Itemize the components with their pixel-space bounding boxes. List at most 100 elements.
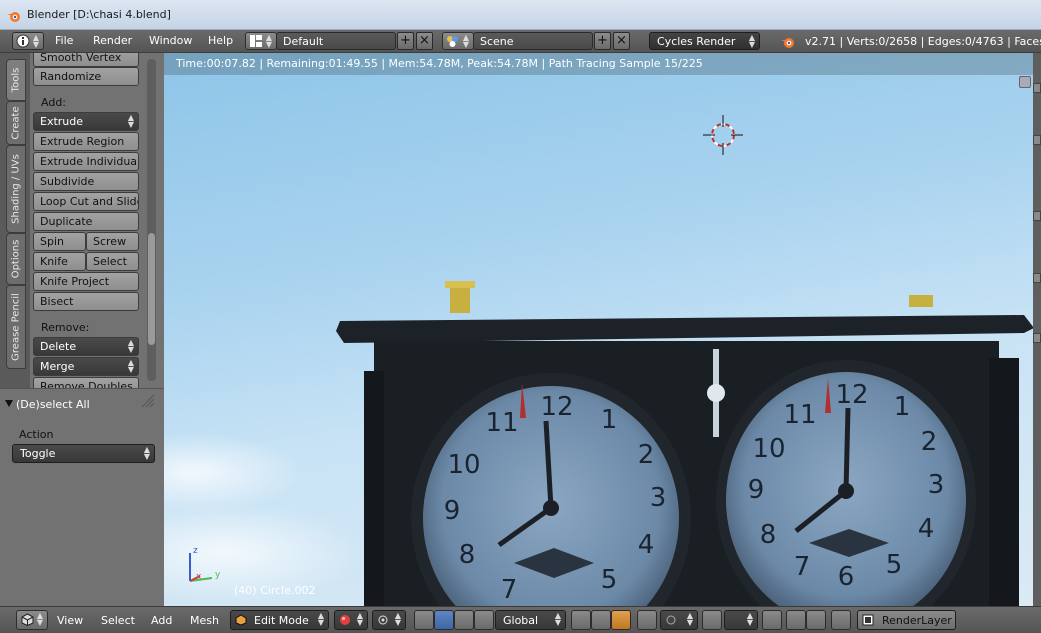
scene-browse-button[interactable]: ▲ ▼ [442, 32, 474, 50]
render-layer-icon [862, 614, 874, 626]
tab-options[interactable]: Options [6, 233, 26, 285]
knife-project-button[interactable]: Knife Project [33, 272, 139, 291]
tab-shading-uvs[interactable]: Shading / UVs [6, 145, 26, 233]
3d-cursor-icon[interactable] [703, 115, 743, 155]
manipulator-toggle-icon[interactable] [414, 610, 434, 630]
right-clock-number: 4 [918, 514, 935, 544]
randomize-button[interactable]: Randomize [33, 67, 139, 86]
operator-title[interactable]: (De)select All [16, 398, 90, 411]
tab-create[interactable]: Create [6, 101, 26, 145]
subdivide-button[interactable]: Subdivide [33, 172, 139, 191]
right-clock-number: 8 [760, 520, 777, 550]
region-toggle-icon[interactable] [1033, 83, 1041, 93]
menu-window[interactable]: Window [149, 34, 192, 47]
pivot-point-dropdown[interactable]: ▲ ▼ [372, 610, 406, 630]
add-section-label: Add: [41, 96, 67, 109]
tab-grease-pencil[interactable]: Grease Pencil [6, 285, 26, 369]
pause-render-icon[interactable] [831, 610, 851, 630]
chevron-updown-icon: ▲ ▼ [143, 445, 150, 461]
tool-shelf-scroll-thumb[interactable] [148, 233, 155, 345]
translate-manipulator-icon[interactable] [434, 610, 454, 630]
render-layer-field[interactable]: RenderLayer [857, 610, 956, 630]
left-clock-number: 10 [447, 450, 480, 480]
vertex-select-mode-icon[interactable] [571, 610, 591, 630]
right-button [909, 295, 933, 307]
region-toggle-icon[interactable] [1033, 211, 1041, 221]
add-scene-icon[interactable]: + [594, 32, 611, 50]
loop-cut-slide-button[interactable]: Loop Cut and Slide [33, 192, 139, 211]
add-screen-icon[interactable]: + [397, 32, 414, 50]
spin-button[interactable]: Spin [33, 232, 86, 251]
window-titlebar: Blender [D:\chasi 4.blend] [0, 0, 1041, 30]
cube-icon [21, 613, 34, 626]
scale-manipulator-icon[interactable] [474, 610, 494, 630]
panel-drag-handle-icon[interactable] [140, 393, 156, 409]
knife-select-button[interactable]: Select [86, 252, 139, 271]
right-clock-number: 2 [921, 427, 938, 457]
region-toggle-icon[interactable] [1033, 273, 1041, 283]
render-engine-dropdown[interactable]: Cycles Render ▲ ▼ [649, 32, 760, 50]
3d-viewport[interactable]: 12 1 2 3 4 5 7 8 9 10 11 12 1 2 3 4 5 6 … [164, 53, 1033, 606]
right-clock-number: 5 [886, 550, 903, 580]
opengl-render-image-icon[interactable] [786, 610, 806, 630]
editor-type-button[interactable]: ▲ ▼ [12, 32, 44, 50]
extrude-dropdown[interactable]: Extrude ▲ ▼ [33, 112, 139, 131]
editor-type-3d-button[interactable]: ▲ ▼ [16, 610, 48, 630]
bisect-button[interactable]: Bisect [33, 292, 139, 311]
screen-layout-browse-button[interactable]: ▲ ▼ [245, 32, 277, 50]
face-select-mode-icon[interactable] [611, 610, 631, 630]
delete-dropdown[interactable]: Delete ▲ ▼ [33, 337, 139, 356]
chevron-updown-icon: ▲ ▼ [265, 33, 272, 49]
smooth-vertex-button[interactable]: Smooth Vertex [33, 53, 139, 67]
collapse-triangle-icon[interactable] [5, 400, 13, 407]
blender-logo-icon [7, 12, 20, 22]
menu-render[interactable]: Render [93, 34, 132, 47]
right-clock-number: 7 [794, 552, 811, 582]
region-toggle-icon[interactable] [1033, 333, 1041, 343]
render-progress-info: Time:00:07.82 | Remaining:01:49.55 | Mem… [176, 57, 703, 70]
menu-file[interactable]: File [55, 34, 73, 47]
screen-layout-field[interactable]: Default [276, 32, 396, 50]
menu-add[interactable]: Add [151, 614, 172, 627]
remove-screen-icon[interactable]: × [416, 32, 433, 50]
rotate-manipulator-icon[interactable] [454, 610, 474, 630]
opengl-render-animation-icon[interactable] [806, 610, 826, 630]
tab-tools[interactable]: Tools [6, 59, 26, 101]
extrude-individual-button[interactable]: Extrude Individual [33, 152, 139, 171]
window-title: Blender [D:\chasi 4.blend] [27, 8, 171, 21]
snap-target-icon[interactable] [762, 610, 782, 630]
left-clock-number: 5 [601, 565, 618, 595]
edge-select-mode-icon[interactable] [591, 610, 611, 630]
blender-logo-icon [781, 38, 794, 48]
remove-doubles-button[interactable]: Remove Doubles [33, 377, 139, 388]
menu-view[interactable]: View [57, 614, 83, 627]
left-clock-number: 3 [650, 483, 667, 513]
duplicate-button[interactable]: Duplicate [33, 212, 139, 231]
merge-dropdown[interactable]: Merge ▲ ▼ [33, 357, 139, 376]
snap-element-dropdown[interactable]: ▲ ▼ [724, 610, 758, 630]
mode-dropdown[interactable]: Edit Mode ▲ ▼ [230, 610, 329, 630]
screw-button[interactable]: Screw [86, 232, 139, 251]
edit-mode-icon [235, 614, 247, 626]
viewport-shading-dropdown[interactable]: ▲ ▼ [334, 610, 368, 630]
knife-button[interactable]: Knife [33, 252, 86, 271]
right-clock-number: 1 [894, 392, 911, 422]
remove-scene-icon[interactable]: × [613, 32, 630, 50]
region-toggle-icon[interactable] [1033, 135, 1041, 145]
menu-help[interactable]: Help [208, 34, 233, 47]
menu-mesh[interactable]: Mesh [190, 614, 219, 627]
properties-toggle-icon[interactable] [1019, 76, 1031, 88]
tab-tools-label: Tools [10, 67, 22, 93]
extrude-region-button[interactable]: Extrude Region [33, 132, 139, 151]
chevron-updown-icon: ▲ ▼ [686, 611, 693, 627]
menu-select[interactable]: Select [101, 614, 135, 627]
chevron-updown-icon: ▲ ▼ [394, 611, 401, 627]
action-dropdown[interactable]: Toggle ▲ ▼ [12, 444, 155, 463]
tool-shelf-panel: Smooth Vertex Randomize Add: Extrude ▲ ▼ … [30, 53, 164, 388]
transform-orientation-dropdown[interactable]: Global ▲ ▼ [495, 610, 566, 630]
proportional-editing-dropdown[interactable]: ▲ ▼ [660, 610, 698, 630]
limit-selection-visible-icon[interactable] [637, 610, 657, 630]
info-icon [16, 34, 30, 48]
snap-toggle-icon[interactable] [702, 610, 722, 630]
scene-field[interactable]: Scene [473, 32, 593, 50]
